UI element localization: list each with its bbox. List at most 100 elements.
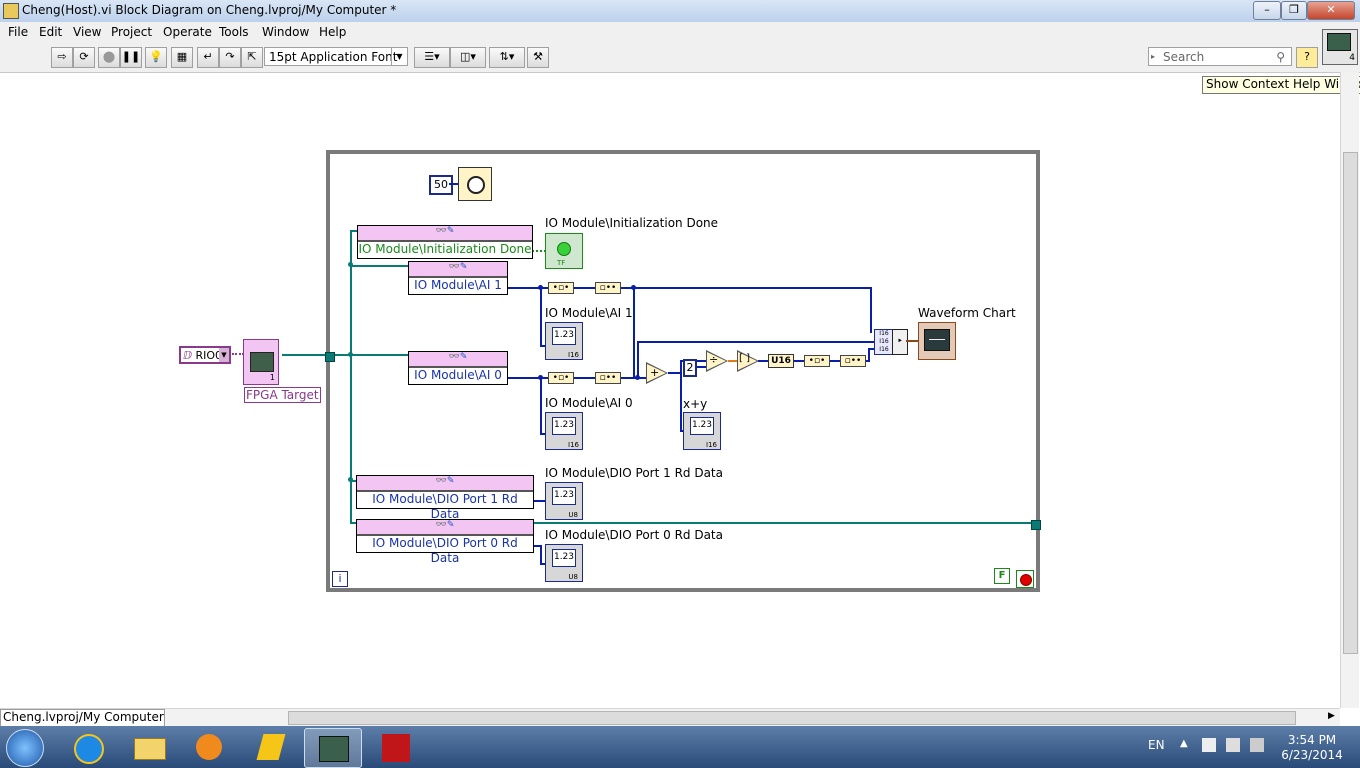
app-icon[interactable]: [244, 728, 300, 766]
network-icon[interactable]: [1226, 738, 1240, 752]
chevron-down-icon: ▼: [391, 48, 407, 65]
fpga-resource-control[interactable]: ⅅ RIO0 ▼: [179, 346, 231, 364]
indicator-init-done[interactable]: TF: [545, 233, 583, 269]
clock-time: 3:54 PM: [1287, 733, 1337, 747]
step-over-button[interactable]: ↷: [219, 47, 241, 68]
maximize-button[interactable]: ❐: [1281, 1, 1307, 20]
indicator-dio0[interactable]: 1.23 U8: [545, 544, 583, 582]
run-button[interactable]: ⇨: [51, 47, 73, 68]
glasses-pencil-icon: 👓✎: [409, 352, 507, 367]
clock[interactable]: 3:54 PM 6/23/2014: [1276, 733, 1348, 763]
search-placeholder: Search: [1163, 50, 1205, 64]
open-fpga-reference[interactable]: 1: [243, 339, 279, 385]
ie-icon[interactable]: [60, 728, 116, 766]
to-dbl-node-ai0[interactable]: •▫•: [548, 372, 574, 384]
labview-app-icon: [3, 3, 19, 19]
horizontal-scrollbar[interactable]: ▶ ◀: [0, 708, 1340, 727]
vi-icon[interactable]: 4: [1322, 29, 1358, 65]
search-input[interactable]: ▸ Search ⚲: [1148, 47, 1292, 66]
divide-icon: ÷: [709, 353, 719, 366]
run-continuously-button[interactable]: ⟳: [73, 47, 95, 68]
distribute-objects-button[interactable]: ◫▾: [450, 47, 486, 68]
indicator-ai0[interactable]: 1.23 I16: [545, 412, 583, 450]
tray-chevron-icon[interactable]: ▲: [1180, 738, 1188, 749]
wait-function[interactable]: [458, 167, 492, 201]
indicator-label-ai0: IO Module\AI 0: [545, 396, 633, 410]
menu-view[interactable]: View: [73, 25, 101, 39]
volume-icon[interactable]: [1250, 738, 1264, 752]
acrobat-icon[interactable]: [368, 728, 424, 766]
read-node-ai0[interactable]: 👓✎ IO Module\AI 0: [408, 351, 508, 385]
chart-trace: [929, 339, 945, 340]
labview-task-icon[interactable]: [304, 728, 362, 768]
wait-ms-constant[interactable]: 50: [429, 175, 453, 195]
array-wire[interactable]: [906, 340, 918, 342]
media-player-icon[interactable]: [182, 728, 238, 766]
language-indicator[interactable]: EN: [1148, 738, 1165, 752]
indicator-ai1[interactable]: 1.23 I16: [545, 322, 583, 360]
title-bar: Cheng(Host).vi Block Diagram on Cheng.lv…: [0, 0, 1360, 23]
vertical-scroll-thumb[interactable]: [1343, 152, 1358, 654]
indicator-sum[interactable]: 1.23 I16: [683, 412, 721, 450]
indicator-type: U8: [568, 573, 578, 581]
bundle-input-type: I16: [879, 346, 889, 353]
minimize-button[interactable]: –: [1253, 1, 1281, 20]
pause-button[interactable]: ❚❚: [120, 47, 142, 68]
stop-terminal[interactable]: [1016, 570, 1034, 588]
divisor-constant[interactable]: 2: [683, 359, 697, 377]
loop-tunnel-left[interactable]: [325, 352, 335, 362]
step-into-button[interactable]: ↵: [197, 47, 219, 68]
session-wire[interactable]: [282, 354, 330, 356]
clock-icon: [467, 176, 485, 194]
scale-node-out[interactable]: ▫••: [840, 355, 866, 367]
glasses-pencil-icon: 👓✎: [357, 476, 533, 491]
menu-tools[interactable]: Tools: [219, 25, 249, 39]
search-icon[interactable]: ⚲: [1276, 48, 1285, 66]
build-array-node[interactable]: ‣: [892, 329, 908, 355]
read-node-label: IO Module\AI 0: [409, 367, 507, 384]
iteration-terminal[interactable]: i: [332, 571, 348, 587]
waveform-chart-terminal[interactable]: [918, 322, 956, 360]
bundle-input-type: I16: [879, 330, 889, 337]
flag-icon[interactable]: [1202, 738, 1216, 752]
read-node-dio0[interactable]: 👓✎ IO Module\DIO Port 0 Rd Data: [356, 519, 534, 565]
context-help-button[interactable]: ?: [1296, 47, 1318, 68]
start-button[interactable]: [6, 729, 44, 767]
loop-tunnel-right[interactable]: [1031, 520, 1041, 530]
indicator-label-ai1: IO Module\AI 1: [545, 306, 633, 320]
fpga-chip-icon: [250, 352, 274, 372]
false-constant[interactable]: F: [994, 568, 1010, 584]
close-button[interactable]: ✕: [1307, 1, 1355, 20]
step-out-button[interactable]: ⇱: [241, 47, 263, 68]
scale-node-ai0[interactable]: ▫••: [595, 372, 621, 384]
vertical-scrollbar[interactable]: [1340, 72, 1359, 708]
explorer-icon[interactable]: [122, 728, 178, 766]
indicator-dio1[interactable]: 1.23 U8: [545, 482, 583, 520]
read-node-dio1[interactable]: 👓✎ IO Module\DIO Port 1 Rd Data: [356, 475, 534, 521]
horizontal-scroll-thumb[interactable]: [288, 711, 1296, 725]
abort-button[interactable]: ⬤: [98, 47, 120, 68]
clean-up-diagram-button[interactable]: ⚒: [527, 47, 549, 68]
align-objects-button[interactable]: ☰▾: [414, 47, 450, 68]
menu-edit[interactable]: Edit: [39, 25, 62, 39]
menu-operate[interactable]: Operate: [163, 25, 212, 39]
font-selector[interactable]: 15pt Application Font ▼: [264, 47, 408, 66]
build-waveform-node[interactable]: •▫•: [804, 355, 830, 367]
bundle-node[interactable]: I16 I16 I16: [874, 329, 894, 355]
menu-window[interactable]: Window: [262, 25, 309, 39]
retain-wire-values-button[interactable]: ▦: [171, 47, 193, 68]
menu-file[interactable]: File: [8, 25, 28, 39]
read-node-ai1[interactable]: 👓✎ IO Module\AI 1: [408, 261, 508, 295]
waveform-chart-label: Waveform Chart: [918, 306, 1016, 320]
indicator-label-dio1: IO Module\DIO Port 1 Rd Data: [545, 466, 723, 480]
menu-project[interactable]: Project: [111, 25, 152, 39]
menu-help[interactable]: Help: [319, 25, 346, 39]
scroll-right-icon[interactable]: ▶: [1328, 711, 1335, 721]
scale-node-ai1[interactable]: ▫••: [595, 282, 621, 294]
reorder-button[interactable]: ⇅▾: [489, 47, 525, 68]
to-u16-node[interactable]: U16: [768, 354, 794, 368]
to-dbl-node-ai1[interactable]: •▫•: [548, 282, 574, 294]
glasses-pencil-icon: 👓✎: [358, 226, 532, 241]
highlight-execution-button[interactable]: 💡: [145, 47, 167, 68]
read-node-init-done[interactable]: 👓✎ IO Module\Initialization Done: [357, 225, 533, 259]
